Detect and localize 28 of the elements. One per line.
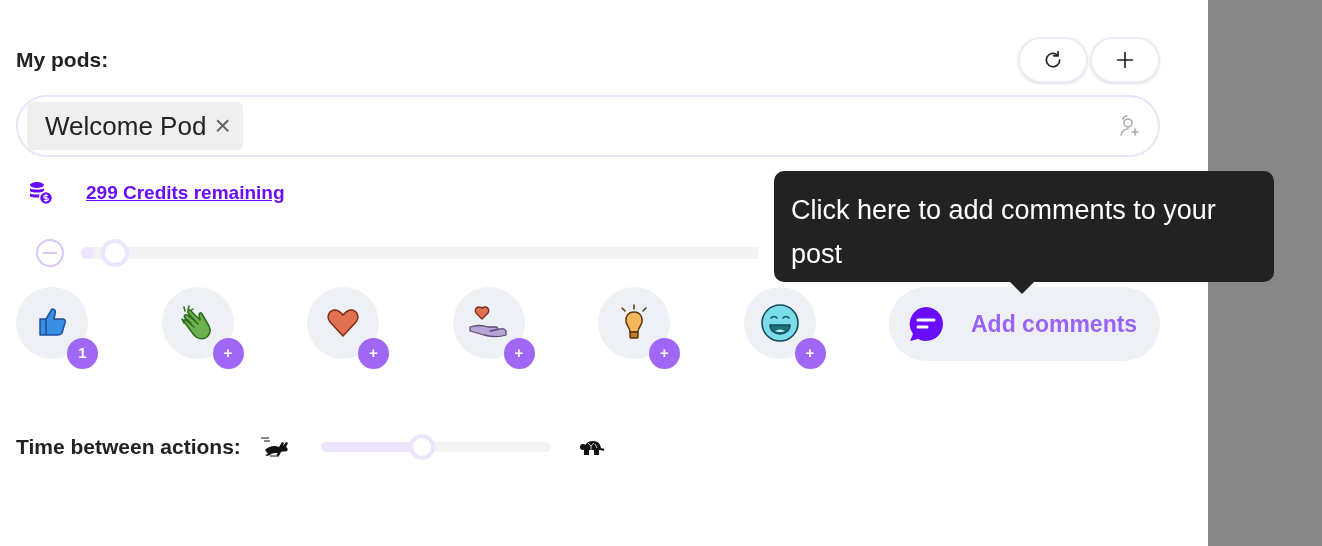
coins-icon — [28, 180, 54, 206]
add-comments-button[interactable]: Add comments — [889, 287, 1160, 361]
chip-label: Welcome Pod — [45, 109, 207, 143]
rabbit-icon — [260, 436, 289, 458]
chat-bubble-icon — [907, 305, 945, 343]
section-title: My pods: — [16, 47, 109, 74]
credits-link[interactable]: 299 Credits remaining — [86, 178, 285, 208]
reaction-badge: + — [649, 338, 680, 369]
reaction-badge: + — [358, 338, 389, 369]
minus-icon — [43, 252, 57, 254]
add-user-icon[interactable] — [1117, 114, 1141, 138]
refresh-icon — [1043, 50, 1063, 70]
timing-slider-thumb[interactable] — [409, 434, 436, 460]
timing-slider[interactable] — [320, 434, 551, 460]
reaction-badge: + — [503, 338, 535, 369]
slider-thumb[interactable] — [101, 239, 130, 267]
refresh-button[interactable] — [1018, 37, 1088, 83]
reaction-badge: + — [212, 338, 244, 369]
reaction-badge: 1 — [67, 338, 98, 369]
laughing-face-icon — [759, 303, 800, 343]
timing-label: Time between actions: — [16, 434, 241, 461]
reaction-badge: + — [794, 338, 826, 369]
remove-chip-button[interactable]: × — [210, 112, 235, 140]
tooltip-text: Click here to add comments to your post — [791, 194, 1217, 271]
plus-icon — [1115, 50, 1135, 70]
slider[interactable] — [81, 239, 758, 267]
turtle-icon — [578, 438, 605, 456]
pod-select-field[interactable]: Welcome Pod × — [16, 95, 1160, 157]
